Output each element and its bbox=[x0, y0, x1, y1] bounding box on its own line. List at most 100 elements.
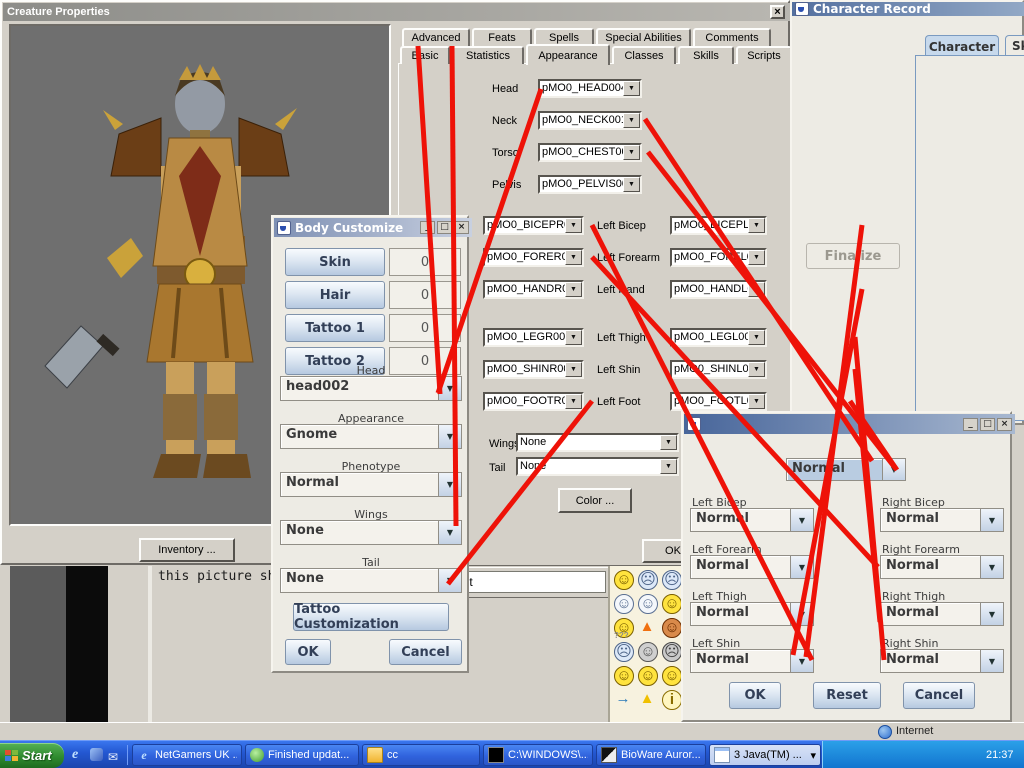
quicklaunch-messenger-icon[interactable] bbox=[90, 748, 103, 761]
chevron-down-icon[interactable]: ▼ bbox=[980, 650, 1003, 672]
phenotype-combo[interactable]: Normal▼ bbox=[280, 472, 462, 497]
emote-sad-icon[interactable]: ☹ bbox=[662, 570, 682, 590]
chevron-down-icon[interactable]: ▼ bbox=[623, 177, 640, 192]
tab-statistics[interactable]: Statistics bbox=[452, 46, 524, 64]
emote-laughing-icon[interactable]: ☺ bbox=[638, 666, 658, 686]
tail-combo[interactable]: None ▼ bbox=[516, 457, 679, 476]
right-forearm-combo[interactable]: Normal▼ bbox=[880, 555, 1004, 579]
chevron-down-icon[interactable]: ▼ bbox=[565, 218, 582, 233]
emote-evil-grin-icon[interactable]: ☺ bbox=[662, 618, 682, 638]
tab-basic[interactable]: Basic bbox=[400, 46, 450, 64]
chevron-down-icon[interactable]: ▼ bbox=[623, 113, 640, 128]
emote-laugh-icon[interactable]: ☺ bbox=[662, 594, 682, 614]
tab-skills-partial[interactable]: Sk bbox=[1005, 35, 1024, 56]
close-icon[interactable]: × bbox=[997, 418, 1012, 431]
right-shin-combo[interactable]: Normal▼ bbox=[880, 649, 1004, 673]
left-thigh-right-model-combo[interactable]: pMO0_LEGR001▼ bbox=[483, 328, 584, 347]
left-shin-left-model-combo[interactable]: pMO0_SHINL00▼ bbox=[670, 360, 767, 379]
chevron-down-icon[interactable]: ▼ bbox=[438, 473, 461, 496]
quicklaunch-mail-icon[interactable]: ✉ bbox=[108, 750, 118, 764]
right-thigh-combo[interactable]: Normal▼ bbox=[880, 602, 1004, 626]
chevron-down-icon[interactable]: ▼ bbox=[438, 425, 461, 448]
partial-select-field[interactable]: lect bbox=[450, 571, 606, 593]
head-combo[interactable]: pMO0_HEAD004▼ bbox=[538, 79, 642, 98]
left-foot-left-model-combo[interactable]: pMO0_FOOTL00▼ bbox=[670, 392, 767, 411]
left-foot-right-model-combo[interactable]: pMO0_FOOTR00▼ bbox=[483, 392, 584, 411]
body-customize-cancel-button[interactable]: Cancel bbox=[389, 639, 462, 665]
right-bicep-combo[interactable]: Normal▼ bbox=[880, 508, 1004, 532]
tattoo-1-button[interactable]: Tattoo 1 bbox=[285, 314, 385, 342]
chevron-down-icon[interactable]: ▼ bbox=[565, 362, 582, 377]
chevron-down-icon[interactable]: ▼ bbox=[748, 282, 765, 297]
chevron-down-icon[interactable]: ▼ bbox=[980, 556, 1003, 578]
appearance-combo[interactable]: Gnome▼ bbox=[280, 424, 462, 449]
tail-combo[interactable]: None▼ bbox=[280, 568, 462, 593]
chest-combo[interactable]: Normal ▼ bbox=[786, 458, 906, 481]
group-arrow-icon[interactable]: ▾ bbox=[810, 749, 816, 762]
chevron-down-icon[interactable]: ▼ bbox=[790, 556, 813, 578]
tab-skills[interactable]: Skills bbox=[678, 46, 734, 64]
left-thigh-left-model-combo[interactable]: pMO0_LEGL001▼ bbox=[670, 328, 767, 347]
head-combo[interactable]: head002▼ bbox=[280, 376, 462, 401]
inventory-button[interactable]: Inventory ... bbox=[139, 538, 235, 562]
chevron-down-icon[interactable]: ▼ bbox=[748, 394, 765, 409]
maximize-icon[interactable]: □ bbox=[437, 221, 452, 234]
emote-grin-icon[interactable]: ☺ bbox=[638, 594, 658, 614]
neck-combo[interactable]: pMO0_NECK001▼ bbox=[538, 111, 642, 130]
chevron-down-icon[interactable]: ▼ bbox=[790, 509, 813, 531]
tab-special-abilities[interactable]: Special Abilities bbox=[596, 28, 691, 46]
creature-properties-titlebar[interactable]: Creature Properties bbox=[3, 3, 795, 21]
hair-button[interactable]: Hair bbox=[285, 281, 385, 309]
chevron-down-icon[interactable]: ▼ bbox=[438, 569, 461, 592]
chevron-down-icon[interactable]: ▼ bbox=[660, 435, 677, 450]
left-bicep-left-model-combo[interactable]: pMO0_BICEPL00▼ bbox=[670, 216, 767, 235]
chevron-down-icon[interactable]: ▼ bbox=[980, 509, 1003, 531]
tab-classes[interactable]: Classes bbox=[612, 46, 676, 64]
taskbar-task-3[interactable]: cc bbox=[362, 744, 480, 766]
left-thigh-combo[interactable]: Normal▼ bbox=[690, 602, 814, 626]
taskbar-task-1[interactable]: eNetGamers UK ... bbox=[132, 744, 242, 766]
chevron-down-icon[interactable]: ▼ bbox=[623, 81, 640, 96]
wings-combo[interactable]: None▼ bbox=[280, 520, 462, 545]
chevron-down-icon[interactable]: ▼ bbox=[980, 603, 1003, 625]
chevron-down-icon[interactable]: ▼ bbox=[790, 603, 813, 625]
emote-smiley-icon[interactable]: ☺ bbox=[614, 570, 634, 590]
chevron-down-icon[interactable]: ▼ bbox=[565, 282, 582, 297]
tab-feats[interactable]: Feats bbox=[472, 28, 532, 46]
left-hand-right-model-combo[interactable]: pMO0_HANDR0▼ bbox=[483, 280, 584, 299]
tab-scripts[interactable]: Scripts bbox=[736, 46, 792, 64]
parts-cancel-button[interactable]: Cancel bbox=[903, 682, 975, 709]
chevron-down-icon[interactable]: ▼ bbox=[565, 330, 582, 345]
tattoo-customization-button[interactable]: Tattoo Customization bbox=[293, 603, 449, 631]
chevron-down-icon[interactable]: ▼ bbox=[748, 362, 765, 377]
chevron-down-icon[interactable]: ▼ bbox=[438, 377, 461, 400]
emote-embarrassed-icon[interactable]: ☺ bbox=[638, 642, 658, 662]
pelvis-combo[interactable]: pMO0_PELVIS00▼ bbox=[538, 175, 642, 194]
chevron-down-icon[interactable]: ▼ bbox=[565, 394, 582, 409]
emote-flame-icon[interactable]: ▲ bbox=[638, 618, 656, 636]
quicklaunch-ie-icon[interactable]: e bbox=[72, 747, 78, 763]
chevron-down-icon[interactable]: ▼ bbox=[748, 330, 765, 345]
chevron-down-icon[interactable]: ▼ bbox=[660, 459, 677, 474]
left-hand-left-model-combo[interactable]: pMO0_HANDL00▼ bbox=[670, 280, 767, 299]
chevron-down-icon[interactable]: ▼ bbox=[748, 218, 765, 233]
emote-confused-icon[interactable]: ☹ bbox=[614, 642, 634, 662]
skin-button[interactable]: Skin bbox=[285, 248, 385, 276]
left-forearm-combo[interactable]: Normal▼ bbox=[690, 555, 814, 579]
start-button[interactable]: Start bbox=[0, 743, 64, 768]
chevron-down-icon[interactable]: ▼ bbox=[623, 145, 640, 160]
emote-shy-icon[interactable]: ☺ bbox=[662, 666, 682, 686]
emote-angry-icon[interactable]: ☹ bbox=[662, 642, 682, 662]
left-shin-right-model-combo[interactable]: pMO0_SHINR00▼ bbox=[483, 360, 584, 379]
maximize-icon[interactable]: □ bbox=[980, 418, 995, 431]
tab-character[interactable]: Character bbox=[925, 35, 999, 57]
character-record-titlebar[interactable]: Character Record bbox=[792, 2, 1024, 16]
close-button[interactable]: × bbox=[770, 5, 785, 19]
taskbar-task-4[interactable]: C:\WINDOWS\... bbox=[483, 744, 593, 766]
chevron-down-icon[interactable]: ▼ bbox=[790, 650, 813, 672]
close-icon[interactable]: × bbox=[454, 221, 469, 234]
left-bicep-right-model-combo[interactable]: pMO0_BICEPR0▼ bbox=[483, 216, 584, 235]
tab-comments[interactable]: Comments bbox=[693, 28, 771, 46]
taskbar-task-5[interactable]: BioWare Auror... bbox=[596, 744, 706, 766]
minimize-icon[interactable]: _ bbox=[963, 418, 978, 431]
